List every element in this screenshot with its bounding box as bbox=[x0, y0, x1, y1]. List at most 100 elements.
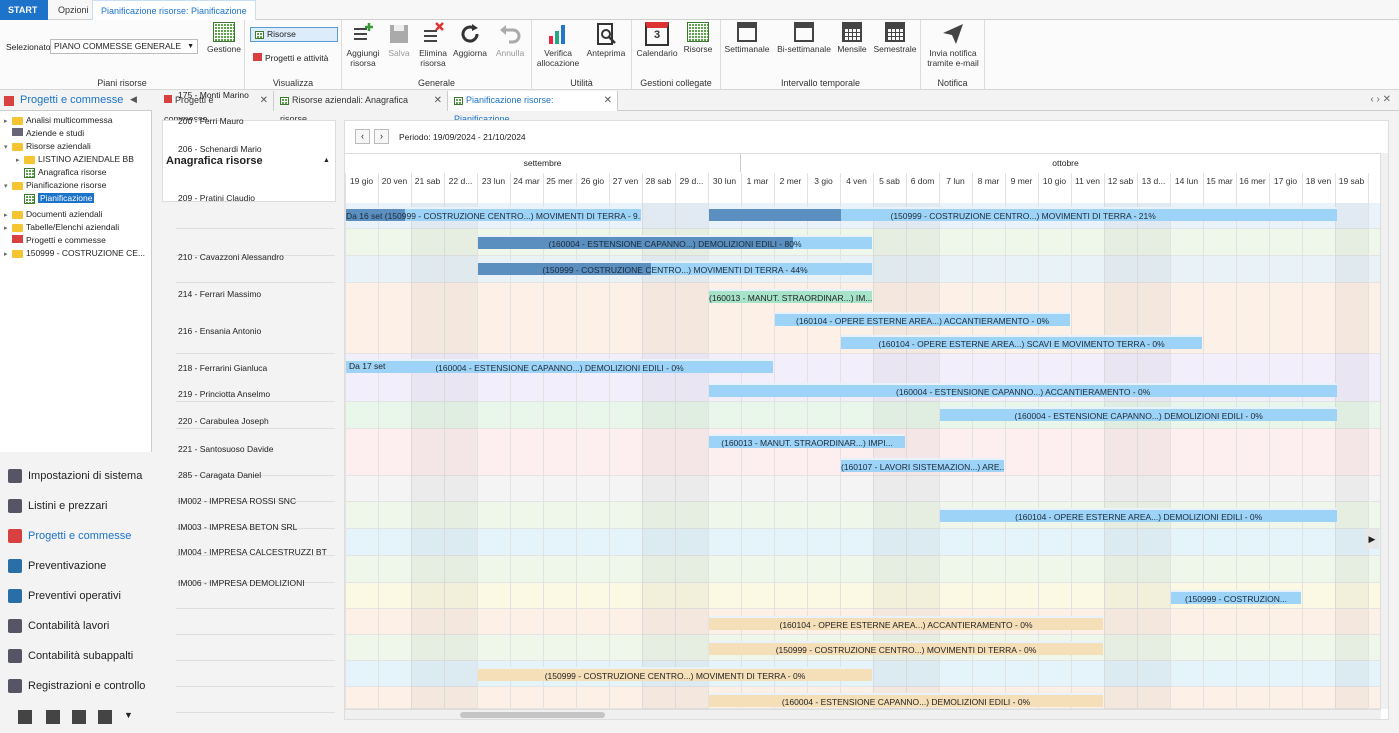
prev-period-button[interactable]: ‹ bbox=[355, 129, 370, 144]
nav-listini[interactable]: Listini e prezzari bbox=[8, 495, 107, 517]
aggiungi-risorsa-button[interactable]: Aggiungi risorsa bbox=[344, 22, 382, 68]
resources-header[interactable]: Anagrafica risorse ▲ bbox=[162, 120, 336, 202]
nav-progetti[interactable]: Progetti e commesse bbox=[8, 525, 131, 547]
list-icon[interactable] bbox=[46, 710, 60, 724]
weekend-shade bbox=[906, 203, 939, 709]
tree-item[interactable]: ▸ 150999 - COSTRUZIONE CE... bbox=[4, 247, 145, 260]
tab-start[interactable]: START bbox=[0, 0, 48, 20]
tree-item[interactable]: Aziende e studi bbox=[4, 127, 84, 140]
tree-item-label: Analisi multicommessa bbox=[26, 115, 113, 125]
task-bar[interactable]: (150999 - COSTRUZIONE CENTRO...) MOVIMEN… bbox=[478, 667, 872, 681]
task-bar[interactable]: (160013 - MANUT. STRAORDINAR...) IMPI... bbox=[709, 434, 905, 448]
doc-tab-pianificazione[interactable]: Pianificazione risorse: Pianificazione ✕ bbox=[448, 91, 618, 124]
tree-item[interactable]: Progetti e commesse bbox=[4, 234, 106, 247]
resource-row[interactable]: IM006 - IMPRESA DEMOLIZIONI bbox=[178, 578, 305, 588]
salva-button[interactable]: Salva bbox=[384, 22, 414, 58]
task-bar[interactable]: (160104 - OPERE ESTERNE AREA...) ACCANTI… bbox=[709, 616, 1103, 630]
task-bar[interactable]: (160004 - ESTENSIONE CAPANNO...) DEMOLIZ… bbox=[940, 407, 1338, 421]
resource-row[interactable]: 220 - Carabulea Joseph bbox=[178, 416, 269, 426]
close-all-icon[interactable]: ‹ › ✕ bbox=[1370, 94, 1391, 105]
verifica-allocazione-button[interactable]: Verifica allocazione bbox=[536, 22, 580, 68]
task-bar[interactable]: (160004 - ESTENSIONE CAPANNO...) ACCANTI… bbox=[709, 383, 1338, 397]
gestione-button[interactable]: Gestione bbox=[206, 22, 242, 54]
risorse-view-button[interactable]: Risorse bbox=[250, 27, 338, 42]
nav-registrazioni[interactable]: Registrazioni e controllo bbox=[8, 675, 145, 697]
task-bar[interactable]: (160013 - MANUT. STRAORDINAR...) IM... bbox=[709, 289, 872, 303]
nav-contabilita-lavori[interactable]: Contabilità lavori bbox=[8, 615, 109, 637]
project-icon bbox=[4, 96, 14, 106]
task-bar[interactable]: Da 16 set (150999 - COSTRUZIONE CENTRO..… bbox=[346, 207, 641, 221]
task-bar[interactable]: (150999 - COSTRUZIONE CENTRO...) MOVIMEN… bbox=[478, 261, 872, 275]
resource-row[interactable]: 285 - Caragata Daniel bbox=[178, 470, 261, 480]
task-bar[interactable]: (150999 - COSTRUZIONE CENTRO...) MOVIMEN… bbox=[709, 641, 1103, 655]
resource-row[interactable]: IM004 - IMPRESA CALCESTRUZZI BT bbox=[178, 547, 327, 557]
resource-row[interactable]: 218 - Ferrarini Gianluca bbox=[178, 363, 267, 373]
task-bar[interactable]: (150999 - COSTRUZION... bbox=[1171, 590, 1301, 604]
progetti-attivita-button[interactable]: Progetti e attività bbox=[253, 53, 328, 63]
task-bar[interactable]: (160004 - ESTENSIONE CAPANNO...) DEMOLIZ… bbox=[478, 235, 872, 249]
close-icon[interactable]: ✕ bbox=[260, 91, 268, 110]
bisettimanale-button[interactable]: Bi-settimanale bbox=[775, 22, 833, 54]
resource-row[interactable]: 216 - Ensania Antonio bbox=[178, 326, 261, 336]
piano-select[interactable]: PIANO COMMESSE GENERALE ▼ bbox=[50, 39, 198, 54]
anteprima-button[interactable]: Anteprima bbox=[584, 22, 628, 58]
nav-preventivi[interactable]: Preventivi operativi bbox=[8, 585, 121, 607]
project-icon bbox=[8, 529, 22, 544]
doc-tab-anagrafica[interactable]: Risorse aziendali: Anagrafica risorse ✕ bbox=[274, 91, 448, 124]
annulla-button[interactable]: Annulla bbox=[492, 22, 528, 58]
left-panel-header: Progetti e commesse ◀ bbox=[0, 91, 152, 111]
close-icon[interactable]: ✕ bbox=[604, 91, 612, 110]
task-bar[interactable]: (160004 - ESTENSIONE CAPANNO...) DEMOLIZ… bbox=[346, 359, 773, 373]
tree-item[interactable]: ▾ Pianificazione risorse bbox=[4, 179, 106, 192]
group-gestioni-collegate: 3 Calendario Risorse Gestioni collegate bbox=[632, 20, 721, 90]
mensile-button[interactable]: Mensile bbox=[835, 22, 869, 54]
settings-icon[interactable] bbox=[98, 710, 112, 724]
resource-row[interactable]: 214 - Ferrari Massimo bbox=[178, 289, 261, 299]
sort-icon[interactable]: ▲ bbox=[323, 157, 330, 164]
risorse-button[interactable]: Risorse bbox=[680, 22, 716, 54]
tree-item[interactable]: ▸ LISTINO AZIENDALE BB bbox=[16, 153, 134, 166]
collapse-left-icon[interactable]: ◀ bbox=[130, 94, 137, 105]
invia-notifica-button[interactable]: Invia notifica tramite e-mail bbox=[923, 22, 983, 68]
nav-impostazioni[interactable]: Impostazioni di sistema bbox=[8, 465, 142, 487]
tools-icon[interactable] bbox=[18, 710, 32, 724]
resource-row[interactable]: 221 - Santosuoso Davide bbox=[178, 444, 273, 454]
tree-item-selected[interactable]: Pianificazione bbox=[16, 192, 95, 205]
task-bar[interactable]: (160104 - OPERE ESTERNE AREA...) DEMOLIZ… bbox=[940, 508, 1338, 522]
task-bar[interactable]: (160004 - ESTENSIONE CAPANNO...) DEMOLIZ… bbox=[709, 693, 1103, 707]
settimanale-button[interactable]: Settimanale bbox=[723, 22, 771, 54]
calendario-button[interactable]: 3 Calendario bbox=[636, 22, 678, 58]
task-bar[interactable]: (150999 - COSTRUZIONE CENTRO...) MOVIMEN… bbox=[709, 207, 1338, 221]
expand-right-icon[interactable]: ▶ bbox=[1365, 529, 1379, 549]
semestrale-button[interactable]: Semestrale bbox=[871, 22, 919, 54]
task-bar[interactable]: (160107 - LAVORI SISTEMAZION...) ARE... bbox=[841, 458, 1004, 472]
resource-row[interactable]: 209 - Pratini Claudio bbox=[178, 193, 255, 203]
resource-row[interactable]: 200 - Ferri Mauro bbox=[178, 116, 244, 126]
tree-item[interactable]: ▾ Risorse aziendali bbox=[4, 140, 91, 153]
resource-row[interactable]: 206 - Schenardi Mario bbox=[178, 144, 262, 154]
task-bar[interactable]: (160104 - OPERE ESTERNE AREA...) ACCANTI… bbox=[775, 312, 1070, 326]
resource-row[interactable]: 219 - Princiotta Anselmo bbox=[178, 389, 270, 399]
vertical-scrollbar[interactable] bbox=[1380, 153, 1388, 709]
horizontal-scrollbar[interactable] bbox=[345, 709, 1381, 719]
elimina-risorsa-button[interactable]: Elimina risorsa bbox=[416, 22, 450, 68]
task-bar[interactable]: (160104 - OPERE ESTERNE AREA...) SCAVI E… bbox=[841, 335, 1202, 349]
resource-row[interactable]: IM003 - IMPRESA BETON SRL bbox=[178, 522, 297, 532]
resource-row[interactable]: 210 - Cavazzoni Alessandro bbox=[178, 252, 284, 262]
chart-icon[interactable] bbox=[72, 710, 86, 724]
tree-item[interactable]: ▸ Documenti aziendali bbox=[4, 208, 103, 221]
resource-row[interactable]: 175 - Monti Marino bbox=[178, 90, 249, 100]
chevron-down-icon[interactable]: ▼ bbox=[124, 710, 133, 720]
nav-preventivazione[interactable]: Preventivazione bbox=[8, 555, 106, 577]
close-icon[interactable]: ✕ bbox=[434, 91, 442, 110]
next-period-button[interactable]: › bbox=[374, 129, 389, 144]
tree-item[interactable]: ▸ Analisi multicommessa bbox=[4, 114, 112, 127]
scroll-thumb[interactable] bbox=[460, 712, 605, 718]
tab-pianificazione[interactable]: Pianificazione risorse: Pianificazione bbox=[92, 0, 256, 20]
nav-contabilita-subappalti[interactable]: Contabilità subappalti bbox=[8, 645, 133, 667]
tab-opzioni[interactable]: Opzioni bbox=[50, 0, 97, 20]
tree-item[interactable]: Anagrafica risorse bbox=[16, 166, 107, 179]
tree-item[interactable]: ▸ Tabelle/Elenchi aziendali bbox=[4, 221, 119, 234]
resource-row[interactable]: IM002 - IMPRESA ROSSI SNC bbox=[178, 496, 296, 506]
aggiorna-button[interactable]: Aggiorna bbox=[452, 22, 488, 58]
